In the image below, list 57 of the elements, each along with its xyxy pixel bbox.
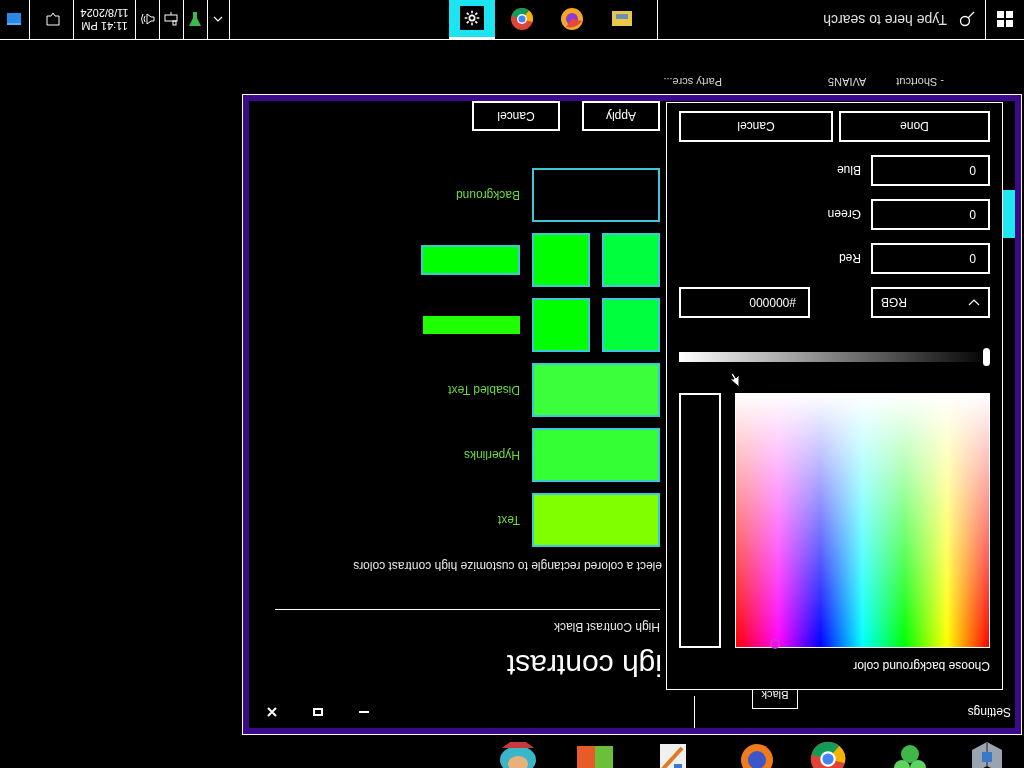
box-icon [970,740,1004,768]
apply-button[interactable]: Apply [582,101,660,131]
dialog-title: Choose background color [852,658,990,675]
color-swatch[interactable] [532,363,660,417]
color-swatch[interactable] [602,233,660,287]
search-field[interactable]: Type here to search [657,0,985,39]
instruction-text: elect a colored rectangle to customize high contrast colors [352,558,662,575]
color-spectrum[interactable] [735,393,990,648]
color-bar[interactable] [421,245,520,275]
cancel-button[interactable]: Cancel [679,111,833,142]
chevron-up-icon [213,16,224,23]
desktop-icon-label[interactable]: - Shortcut [896,73,944,90]
swatch-label: Background [455,187,520,204]
browser-icon [560,7,584,32]
color-swatch[interactable] [532,233,590,287]
brightness-slider[interactable] [679,348,990,366]
color-swatch[interactable] [532,168,660,222]
folder-icon [611,10,633,29]
color-bar[interactable] [423,316,520,334]
spectrum-marker[interactable] [770,639,780,649]
pointer-icon [728,372,740,388]
minimize-icon [359,711,369,713]
swatch-label: Disabled Text [448,382,520,399]
taskbar-app-button[interactable] [449,0,495,39]
search-icon [959,11,975,28]
browser-icon [510,7,534,32]
window-title: Settings [967,704,1011,721]
swatch-label: Hyperlinks [464,447,520,464]
speaker-icon [139,12,156,27]
chevron-down-icon [968,298,980,307]
field-label: Green [827,206,861,224]
maximize-icon [313,708,323,716]
hex-input-field[interactable]: #000000 [679,287,810,318]
desktop-icon-label[interactable]: Party scre... [663,73,722,90]
field-label: Blue [836,162,861,180]
network-icon [164,12,179,27]
windows-icon [997,11,1013,28]
field-label: Red [839,250,861,268]
color-swatch[interactable] [602,298,660,352]
color-swatch[interactable] [532,428,660,482]
color-swatch[interactable] [532,298,590,352]
settings-icon [464,10,480,27]
slider-thumb[interactable] [983,348,990,366]
close-icon [267,707,277,717]
clock-button[interactable]: 11:41 PM 11/8/2024 [74,0,136,39]
cancel-button[interactable]: Cancel [472,101,560,131]
mode-dropdown[interactable]: RGB [871,287,990,318]
window-icon [7,13,22,26]
theme-dropdown[interactable]: High Contrast Black [553,620,660,634]
page-heading: igh contrast [505,648,662,682]
desktop-icon-label[interactable]: AVIAN5 [828,73,867,90]
value-input-field[interactable]: 0 [871,243,990,274]
swatch-label: Text [498,512,520,529]
color-swatch[interactable] [532,493,660,547]
value-input-field[interactable]: 0 [871,199,990,230]
value-input-field[interactable]: 0 [871,155,990,186]
done-button[interactable]: Done [839,111,990,142]
